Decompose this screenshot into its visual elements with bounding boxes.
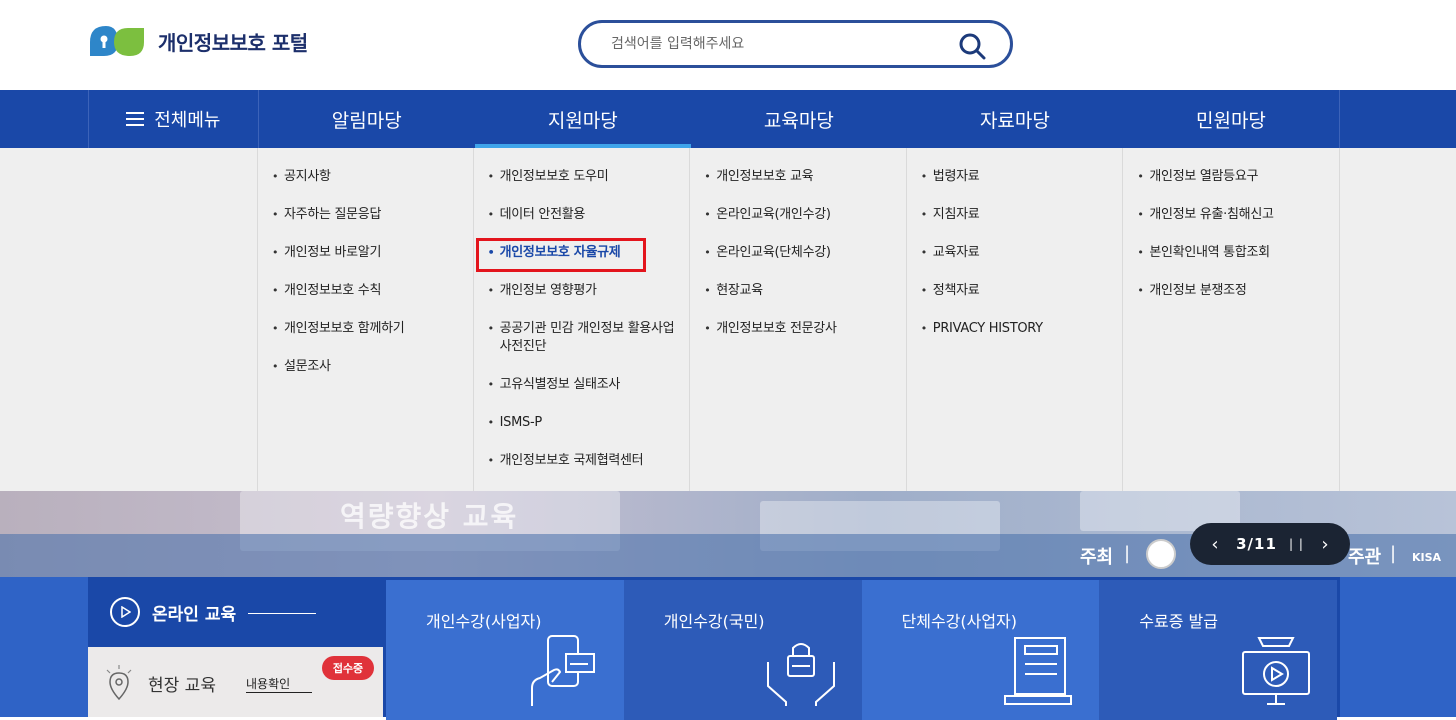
- mega-menu-item[interactable]: 현장교육: [690, 282, 906, 300]
- tab-education[interactable]: 교육마당: [691, 90, 907, 148]
- slider-control: ‹ 3/11 | | ›: [1190, 523, 1350, 565]
- video-monitor-icon: [1242, 637, 1310, 705]
- mobile-payment-icon: [530, 635, 595, 706]
- play-icon: [110, 597, 140, 627]
- mega-menu-column: 법령자료지침자료교육자료정책자료 PRIVACY HISTORY: [907, 148, 1124, 491]
- next-arrow-icon[interactable]: ›: [1316, 534, 1334, 555]
- prev-arrow-icon[interactable]: ‹: [1206, 534, 1224, 555]
- mega-menu-item[interactable]: 개인정보보호 국제협력센터: [474, 452, 690, 470]
- hamburger-icon: [126, 112, 145, 126]
- mega-menu: 공지사항자주하는 질문응답개인정보 바로알기개인정보보호 수칙개인정보보호 함께…: [0, 148, 1456, 491]
- search-input[interactable]: [611, 33, 951, 55]
- card-label: 개인수강(국민): [663, 612, 765, 631]
- content-check-link[interactable]: 내용확인: [246, 675, 290, 692]
- mega-menu-item[interactable]: 고유식별정보 실태조사: [474, 376, 690, 394]
- status-badge: 접수중: [322, 656, 374, 680]
- site-logo[interactable]: 개인정보보호 포털: [88, 22, 308, 60]
- mega-menu-item[interactable]: 지침자료: [907, 206, 1123, 224]
- hero-title: 역량향상 교육: [340, 500, 519, 533]
- card-certificate[interactable]: 수료증 발급: [1099, 580, 1337, 720]
- online-education-button[interactable]: 온라인 교육: [88, 577, 383, 647]
- search-box: [578, 20, 1013, 68]
- mega-menu-item[interactable]: 본인확인내역 통합조회: [1123, 244, 1339, 262]
- main-nav: 전체메뉴 알림마당 지원마당 교육마당 자료마당 민원마당: [0, 90, 1456, 148]
- hero-host: 주최: [1080, 547, 1114, 568]
- card-individual-business[interactable]: 개인수강(사업자): [386, 580, 624, 720]
- tab-civil[interactable]: 민원마당: [1123, 90, 1339, 148]
- arrow-line: [248, 613, 316, 614]
- book-icon: [1004, 637, 1073, 705]
- mega-menu-item[interactable]: 데이터 안전활용: [474, 206, 690, 224]
- mega-menu-item[interactable]: 개인정보 유출·침해신고: [1123, 206, 1339, 224]
- mega-menu-columns: 공지사항자주하는 질문응답개인정보 바로알기개인정보보호 수칙개인정보보호 함께…: [257, 148, 1340, 491]
- mega-menu-item[interactable]: 공공기관 민감 개인정보 활용사업 사전진단: [474, 320, 690, 356]
- arrow-line: [246, 692, 312, 693]
- slide-counter: 3/11: [1236, 535, 1277, 553]
- nav-inner: 전체메뉴 알림마당 지원마당 교육마당 자료마당 민원마당: [88, 90, 1340, 148]
- mega-menu-item[interactable]: 개인정보보호 자율규제: [474, 244, 690, 262]
- logo-icon: [90, 26, 144, 56]
- mega-menu-item[interactable]: 개인정보 분쟁조정: [1123, 282, 1339, 300]
- mega-menu-item[interactable]: 개인정보 열람등요구: [1123, 168, 1339, 186]
- all-menu-label: 전체메뉴: [154, 110, 221, 131]
- field-education-label: 현장 교육: [148, 676, 216, 696]
- pause-icon[interactable]: | |: [1289, 537, 1304, 551]
- mega-menu-column: 개인정보보호 교육온라인교육(개인수강) 온라인교육(단체수강) 현장교육개인정보보…: [690, 148, 907, 491]
- kisa-logo: KISA: [1412, 551, 1442, 564]
- card-label: 개인수강(사업자): [426, 612, 542, 631]
- mega-menu-item[interactable]: 개인정보 영향평가: [474, 282, 690, 300]
- government-seal-icon: [1146, 539, 1176, 569]
- hands-lock-icon: [766, 643, 835, 706]
- mega-menu-item[interactable]: 개인정보보호 교육: [690, 168, 906, 186]
- education-cards: 개인수강(사업자) 개인수강(국민) 단체수강(사업자) 수료증 발급: [383, 577, 1340, 720]
- card-label: 단체수강(사업자): [901, 612, 1018, 631]
- mega-menu-item[interactable]: PRIVACY HISTORY: [907, 320, 1123, 338]
- mega-menu-column: 개인정보 열람등요구개인정보 유출·침해신고본인확인내역 통합조회개인정보 분쟁…: [1123, 148, 1340, 491]
- mega-menu-item[interactable]: 법령자료: [907, 168, 1123, 186]
- card-group-business[interactable]: 단체수강(사업자): [861, 580, 1100, 720]
- mega-menu-column: 개인정보보호 도우미데이터 안전활용개인정보보호 자율규제개인정보 영향평가공공…: [474, 148, 691, 491]
- site-header: 개인정보보호 포털: [0, 0, 1456, 90]
- mega-menu-item[interactable]: 정책자료: [907, 282, 1123, 300]
- mega-menu-item[interactable]: 자주하는 질문응답: [258, 206, 473, 224]
- field-education-box[interactable]: 현장 교육 내용확인 접수중: [88, 647, 383, 717]
- mega-menu-item[interactable]: 교육자료: [907, 244, 1123, 262]
- separator: |: [1124, 543, 1131, 564]
- tab-support[interactable]: 지원마당: [474, 90, 691, 148]
- mega-menu-item[interactable]: ISMS-P: [474, 414, 690, 432]
- mega-menu-item[interactable]: 온라인교육(개인수강): [690, 206, 906, 224]
- separator: |: [1390, 543, 1397, 564]
- hero-organizer: 주관: [1348, 547, 1382, 568]
- mega-menu-item[interactable]: 개인정보보호 전문강사: [690, 320, 906, 338]
- logo-text: 개인정보보호 포털: [158, 30, 308, 55]
- tab-resources[interactable]: 자료마당: [907, 90, 1123, 148]
- location-pin-icon: [106, 665, 132, 701]
- all-menu-button[interactable]: 전체메뉴: [89, 90, 259, 148]
- mega-menu-column: 공지사항자주하는 질문응답개인정보 바로알기개인정보보호 수칙개인정보보호 함께…: [257, 148, 474, 491]
- mega-menu-item[interactable]: 개인정보보호 함께하기: [258, 320, 473, 338]
- mega-menu-item[interactable]: 온라인교육(단체수강): [690, 244, 906, 262]
- card-label: 수료증 발급: [1139, 612, 1218, 631]
- mega-menu-item[interactable]: 개인정보 바로알기: [258, 244, 473, 262]
- mega-menu-item[interactable]: 설문조사: [258, 358, 473, 376]
- online-education-label: 온라인 교육: [152, 604, 237, 625]
- tab-notice[interactable]: 알림마당: [259, 90, 475, 148]
- mega-menu-item[interactable]: 개인정보보호 수칙: [258, 282, 473, 300]
- mega-menu-item[interactable]: 공지사항: [258, 168, 473, 186]
- mega-menu-item[interactable]: 개인정보보호 도우미: [474, 168, 690, 186]
- search-icon[interactable]: [958, 32, 986, 60]
- card-individual-citizen[interactable]: 개인수강(국민): [623, 580, 862, 720]
